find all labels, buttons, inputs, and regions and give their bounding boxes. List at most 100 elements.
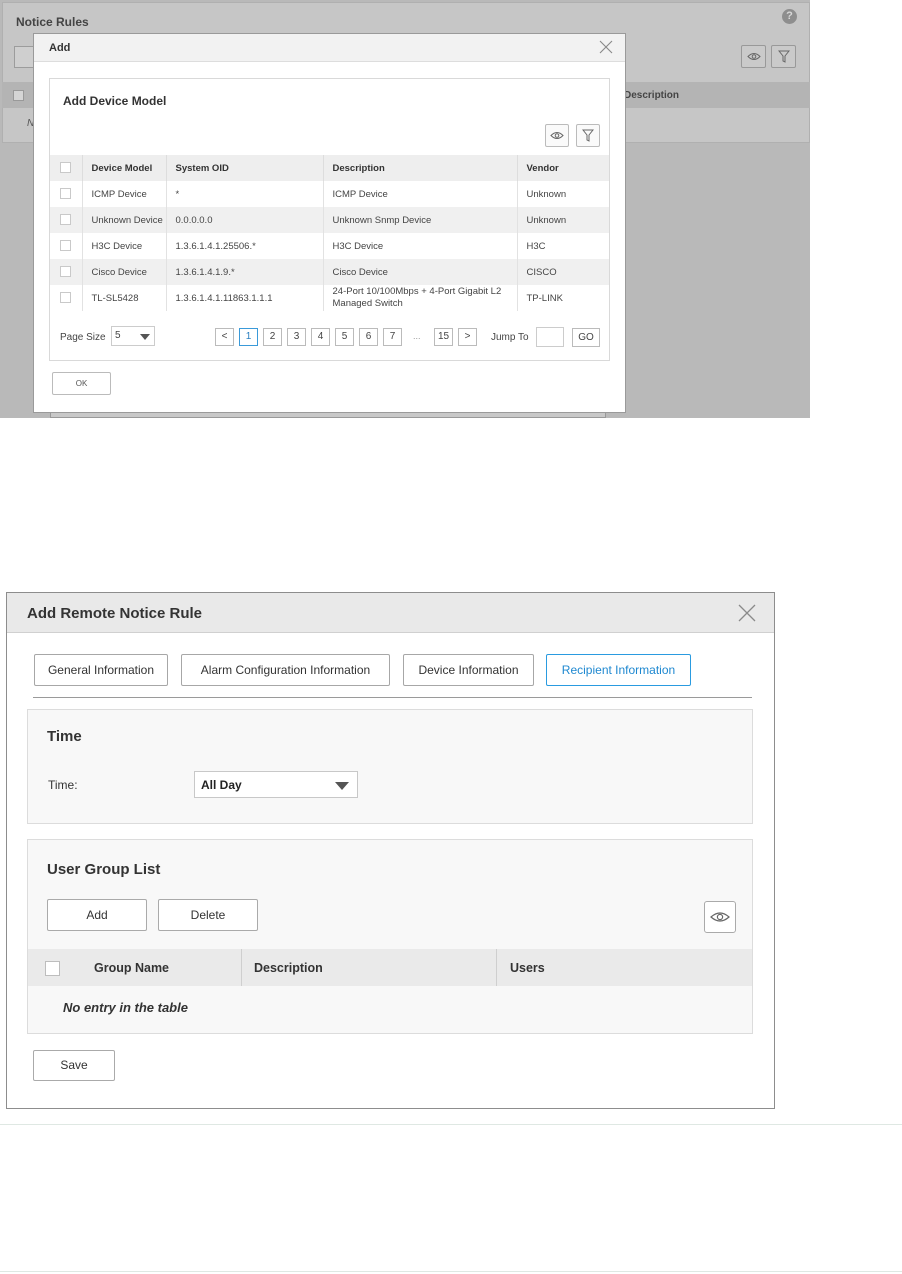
description-cell: 24-Port 10/100Mbps + 4-Port Gigabit L2 M… (323, 285, 518, 311)
next-page-button[interactable]: > (458, 328, 477, 346)
table-row[interactable]: H3C Device 1.3.6.1.4.1.25506.* H3C Devic… (50, 233, 609, 259)
column-header-users[interactable]: Users (510, 961, 545, 975)
column-header-vendor[interactable]: Vendor (517, 155, 609, 181)
close-icon[interactable] (738, 604, 756, 622)
page-size-label: Page Size (60, 332, 106, 343)
notice-rules-title: Notice Rules (16, 15, 89, 29)
eye-icon (550, 132, 564, 139)
system-oid-cell: 1.3.6.1.4.1.9.* (166, 259, 324, 285)
jump-to-input[interactable] (536, 327, 564, 347)
page-size-select[interactable]: 5 (111, 326, 155, 346)
save-button[interactable]: Save (33, 1050, 115, 1081)
device-model-table: Device Model System OID Description Vend… (50, 155, 609, 311)
system-oid-cell: * (166, 181, 324, 207)
go-button[interactable]: GO (572, 328, 600, 347)
page-button-2[interactable]: 2 (263, 328, 282, 346)
select-all-checkbox[interactable] (45, 961, 60, 976)
column-divider (496, 949, 497, 986)
last-page-button[interactable]: 15 (434, 328, 453, 346)
remote-notice-rule-modal: Add Remote Notice Rule General Informati… (6, 592, 775, 1109)
tab-recipient-information[interactable]: Recipient Information (546, 654, 691, 686)
tab-device-information[interactable]: Device Information (403, 654, 534, 686)
background-eye-button (741, 45, 766, 68)
modal-title: Add Remote Notice Rule (27, 605, 203, 622)
device-model-cell: ICMP Device (82, 181, 167, 207)
page-button-3[interactable]: 3 (287, 328, 306, 346)
filter-icon (777, 50, 790, 63)
system-oid-cell: 0.0.0.0.0 (166, 207, 324, 233)
modal-title: Add (49, 42, 71, 54)
device-model-cell: H3C Device (82, 233, 167, 259)
tab-alarm-configuration-information[interactable]: Alarm Configuration Information (181, 654, 390, 686)
row-checkbox[interactable] (60, 240, 71, 252)
divider-line (0, 1271, 902, 1272)
pagination: Page Size 5 < 1 2 3 4 5 6 7 ... 15 > Jum… (50, 323, 609, 353)
modal-header: Add (34, 34, 625, 62)
tab-general-information[interactable]: General Information (34, 654, 168, 686)
empty-table-message: No entry in the table (63, 1000, 188, 1015)
prev-page-button[interactable]: < (215, 328, 234, 346)
page-button-5[interactable]: 5 (335, 328, 354, 346)
table-row[interactable]: ICMP Device * ICMP Device Unknown (50, 181, 609, 207)
table-row[interactable]: Unknown Device 0.0.0.0.0 Unknown Snmp De… (50, 207, 609, 233)
user-group-title: User Group List (47, 861, 161, 878)
row-checkbox[interactable] (60, 214, 71, 226)
page-button-4[interactable]: 4 (311, 328, 330, 346)
time-select[interactable]: All Day (194, 771, 358, 798)
column-visibility-button[interactable] (545, 124, 569, 147)
eye-icon (746, 53, 761, 60)
column-header-system-oid[interactable]: System OID (166, 155, 324, 181)
help-icon[interactable]: ? (782, 9, 797, 24)
time-select-value: All Day (201, 778, 242, 792)
select-all-checkbox[interactable] (60, 162, 71, 174)
ok-button[interactable]: OK (52, 372, 111, 395)
group-table-header: Group Name Description Users (28, 949, 752, 986)
delete-group-button[interactable]: Delete (158, 899, 258, 931)
column-divider (241, 949, 242, 986)
close-icon[interactable] (599, 40, 613, 54)
column-header-group-name[interactable]: Group Name (94, 961, 169, 975)
device-model-cell: TL-SL5428 (82, 285, 167, 311)
row-checkbox[interactable] (60, 188, 71, 200)
description-cell: H3C Device (323, 233, 518, 259)
column-visibility-button[interactable] (704, 901, 736, 933)
eye-icon (710, 912, 730, 922)
row-checkbox-cell (50, 233, 83, 259)
page-button-7[interactable]: 7 (383, 328, 402, 346)
device-model-screenshot: Notice Rules ? Description N Add Add Dev… (0, 0, 810, 418)
device-model-cell: Unknown Device (82, 207, 167, 233)
pagination-ellipsis: ... (413, 331, 421, 341)
description-cell: Unknown Snmp Device (323, 207, 518, 233)
chevron-down-icon (140, 334, 150, 340)
modal-header: Add Remote Notice Rule (7, 593, 774, 633)
column-header-description[interactable]: Description (323, 155, 518, 181)
row-checkbox[interactable] (60, 266, 71, 278)
filter-icon (582, 129, 594, 142)
filter-button[interactable] (576, 124, 600, 147)
page-button-1[interactable]: 1 (239, 328, 258, 346)
table-row[interactable]: Cisco Device 1.3.6.1.4.1.9.* Cisco Devic… (50, 259, 609, 285)
row-checkbox-cell (50, 285, 83, 311)
row-checkbox-cell (50, 259, 83, 285)
description-cell: ICMP Device (323, 181, 518, 207)
add-device-modal: Add Add Device Model Device Model System… (33, 33, 626, 413)
user-group-section: User Group List Add Delete Group Name De… (27, 839, 753, 1034)
device-model-panel: Add Device Model Device Model System OID… (49, 78, 610, 361)
row-checkbox[interactable] (60, 292, 71, 304)
vendor-cell: TP-LINK (526, 292, 563, 304)
add-group-button[interactable]: Add (47, 899, 147, 931)
time-section: Time Time: All Day (27, 709, 753, 824)
divider-line (0, 1124, 902, 1125)
background-select-all-checkbox (13, 90, 24, 101)
description-cell: Cisco Device (323, 259, 518, 285)
tab-divider (33, 697, 752, 698)
page-button-6[interactable]: 6 (359, 328, 378, 346)
background-description-header: Description (624, 90, 680, 101)
column-header-description[interactable]: Description (254, 961, 323, 975)
device-model-title: Add Device Model (63, 94, 167, 108)
table-row[interactable]: TL-SL5428 1.3.6.1.4.1.11863.1.1.1 24-Por… (50, 285, 609, 311)
jump-to-label: Jump To (491, 332, 529, 343)
column-header-device-model[interactable]: Device Model (82, 155, 167, 181)
vendor-cell: Unknown (517, 207, 609, 233)
page-size-value: 5 (115, 330, 121, 341)
